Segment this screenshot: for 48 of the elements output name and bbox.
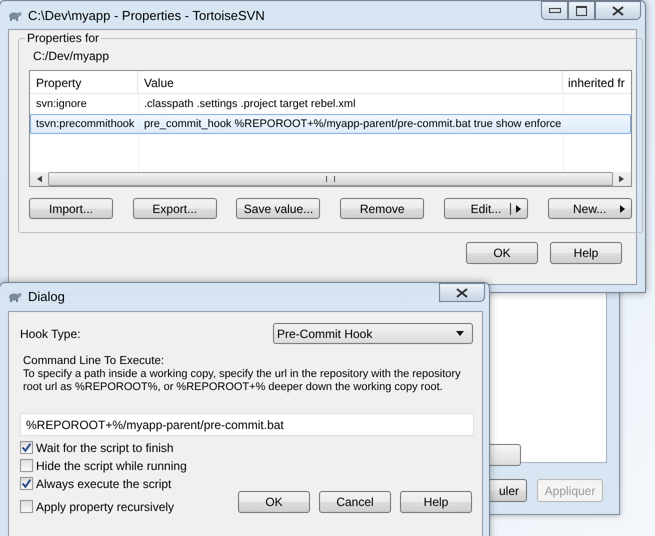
property-button[interactable]: Edit... — [444, 198, 528, 219]
table-cell-text: .classpath .settings .project target rebel.xml — [143, 98, 357, 110]
path-label: C:/Dev/myapp — [33, 49, 110, 63]
dialog-button[interactable]: Cancel — [319, 490, 391, 512]
close-icon — [456, 288, 468, 298]
checkbox-label: Hide the script while running — [36, 458, 187, 472]
command-field[interactable]: %REPOROOT+%/myapp-parent/pre-commit.bat — [20, 413, 474, 436]
minimize-button[interactable] — [541, 1, 568, 20]
scroll-right-icon[interactable] — [618, 175, 624, 183]
dialog-button[interactable]: OK — [238, 490, 310, 512]
close-button[interactable] — [439, 283, 485, 302]
dialog-button[interactable]: Help — [400, 490, 472, 512]
checkbox-label: Apply property recursively — [36, 500, 174, 514]
property-button[interactable]: Export... — [132, 198, 217, 219]
property-button[interactable]: Import... — [29, 198, 113, 219]
group-label: Properties for — [26, 31, 100, 45]
property-button[interactable]: New... — [548, 198, 632, 219]
checkbox-label: Wait for the script to finish — [36, 440, 174, 454]
checkbox[interactable] — [20, 441, 33, 454]
column-header[interactable]: Value — [138, 71, 563, 93]
checkbox[interactable] — [20, 477, 33, 490]
maximize-button[interactable] — [568, 1, 595, 20]
window-title: Dialog — [28, 288, 65, 304]
dialog-button[interactable]: OK — [466, 242, 538, 264]
scroll-left-icon[interactable] — [37, 175, 42, 183]
checkbox-label: Always execute the script — [36, 476, 172, 490]
column-header[interactable]: inherited fr — [563, 71, 631, 93]
checkbox[interactable] — [20, 459, 33, 472]
window-title: C:\Dev\myapp - Properties - TortoiseSVN — [28, 8, 265, 22]
close-button[interactable] — [595, 1, 641, 20]
dialog-button[interactable]: Help — [550, 242, 622, 264]
checkbox[interactable] — [20, 500, 33, 513]
column-header[interactable]: Property — [30, 71, 138, 93]
dropdown-arrow-icon — [456, 331, 464, 336]
hook-type-label: Hook Type: — [20, 326, 80, 340]
arrow-right-icon — [620, 205, 625, 213]
close-icon — [612, 6, 624, 16]
table-cell-text: tsvn:precommithook — [35, 118, 136, 130]
arrow-right-icon[interactable] — [516, 205, 521, 213]
table-row[interactable]: tsvn:precommithook pre_commit_hook %REPOROOT+%/myapp-parent/pre-commit.bat true show enforce — [30, 114, 631, 134]
table-cell-text: pre_commit_hook %REPOROOT+%/myapp-parent/pre-commit.bat true show enforce — [143, 118, 562, 130]
table-cell-text: svn:ignore — [35, 98, 88, 110]
property-button[interactable]: Remove — [340, 198, 424, 219]
command-label: Command Line To Execute: — [23, 355, 166, 368]
property-button[interactable]: Save value... — [236, 198, 320, 219]
table-row[interactable]: svn:ignore .classpath .settings .project target rebel.xml — [30, 94, 631, 114]
help-text: To specify a path inside a working copy, specify the url in the repository with the repository root url as %REPOROOT%, or %REPOROOT+% deeper down the working copy root. — [23, 368, 462, 394]
hook-type-dropdown[interactable]: Pre-Commit Hook — [273, 323, 473, 344]
